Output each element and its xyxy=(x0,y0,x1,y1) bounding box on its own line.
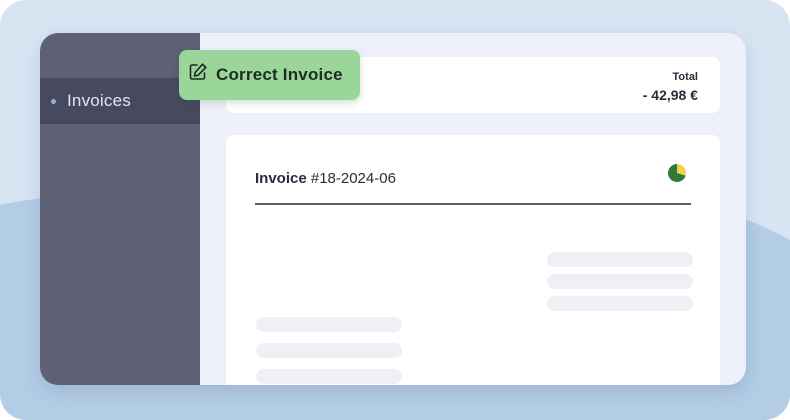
total-label: Total xyxy=(672,71,698,83)
edit-icon xyxy=(189,63,207,80)
sidebar: Invoices xyxy=(40,33,200,385)
stage-background: Invoices Total - 42,98 € Invoice #18-202… xyxy=(0,0,790,420)
invoice-number: #18-2024-06 xyxy=(306,170,396,187)
placeholder-line xyxy=(256,343,402,358)
invoice-heading: Invoice #18-2024-06 xyxy=(255,170,396,187)
bullet-dot-icon xyxy=(51,98,56,104)
placeholder-line xyxy=(256,369,402,384)
invoice-card: Invoice #18-2024-06 xyxy=(226,135,720,385)
invoice-title: Invoice xyxy=(255,170,307,187)
sidebar-item-invoices[interactable]: Invoices xyxy=(40,78,200,124)
placeholder-line xyxy=(547,274,693,289)
sidebar-item-label: Invoices xyxy=(67,91,131,110)
placeholder-line xyxy=(547,252,693,267)
invoice-divider xyxy=(255,203,691,205)
placeholder-line xyxy=(256,317,402,332)
total-value: - 42,98 € xyxy=(642,87,698,103)
partial-status-icon xyxy=(668,163,687,182)
correct-invoice-button[interactable]: Correct Invoice xyxy=(179,50,360,100)
correct-invoice-label: Correct Invoice xyxy=(216,65,343,84)
placeholder-line xyxy=(547,296,693,311)
app-window: Invoices Total - 42,98 € Invoice #18-202… xyxy=(40,33,746,385)
